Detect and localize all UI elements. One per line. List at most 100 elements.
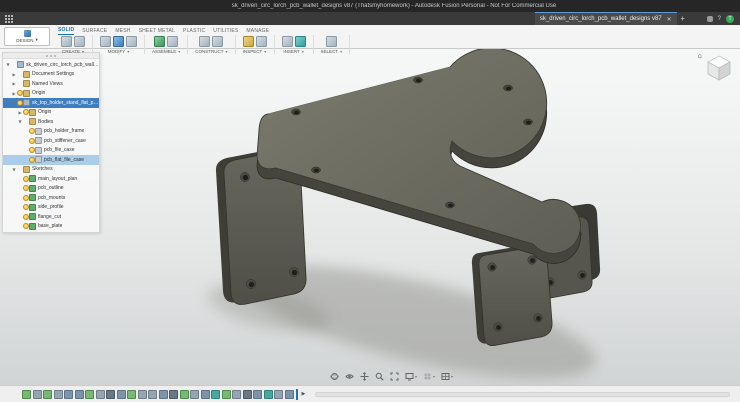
assemble-group-dropdown[interactable]: ASSEMBLE▾ — [152, 49, 180, 54]
new-component-tool-icon[interactable] — [61, 36, 72, 47]
expander-icon[interactable]: ▶ — [11, 72, 17, 77]
3d-viewport-canvas[interactable] — [0, 0, 740, 402]
view-cube-icon[interactable] — [704, 52, 734, 82]
modify-group-dropdown[interactable]: MODIFY▾ — [108, 49, 130, 54]
decal-tool-icon[interactable] — [295, 36, 306, 47]
browser-tree-item[interactable]: ▶ Origin — [3, 108, 99, 118]
joint-tool-icon[interactable] — [154, 36, 165, 47]
browser-tree-item[interactable]: pcb_file_case — [3, 146, 99, 156]
browser-tree-item[interactable]: ▶ Named Views — [3, 79, 99, 89]
file-grid-icon[interactable] — [4, 14, 16, 23]
viewports-icon[interactable]: ▾ — [441, 372, 453, 381]
timeline-feature-icon[interactable] — [75, 390, 84, 399]
insert-mesh-tool-icon[interactable] — [282, 36, 293, 47]
job-status-icon[interactable] — [707, 16, 713, 22]
timeline-feature-icon[interactable] — [54, 390, 63, 399]
offset-plane-tool-icon[interactable] — [199, 36, 210, 47]
ribbon-tab[interactable]: UTILITIES — [213, 28, 238, 35]
timeline-feature-icon[interactable] — [148, 390, 157, 399]
timeline-feature-icon[interactable] — [243, 390, 252, 399]
tab-close-icon[interactable]: ✕ — [667, 16, 672, 23]
browser-tree-item[interactable]: ▶ Origin — [3, 89, 99, 99]
timeline-feature-icon[interactable] — [138, 390, 147, 399]
insert-group-dropdown[interactable]: INSERT▾ — [283, 49, 303, 54]
expander-icon[interactable]: ▼ — [11, 167, 17, 172]
timeline-feature-icon[interactable] — [33, 390, 42, 399]
construct-group-dropdown[interactable]: CONSTRUCT▾ — [195, 49, 227, 54]
ribbon-tab[interactable]: SHEET METAL — [139, 28, 175, 35]
ribbon-tab[interactable]: SURFACE — [82, 28, 107, 35]
timeline-feature-icon[interactable] — [169, 390, 178, 399]
zoom-icon[interactable] — [375, 372, 384, 381]
timeline-feature-icon[interactable] — [96, 390, 105, 399]
grid-settings-icon[interactable]: ▾ — [423, 372, 435, 381]
ribbon-tab[interactable]: PLASTIC — [183, 28, 205, 35]
expander-icon[interactable]: ▼ — [17, 119, 23, 124]
measure-tool-icon[interactable] — [243, 36, 254, 47]
expander-icon[interactable]: ▼ — [5, 62, 11, 67]
browser-tree-item[interactable]: main_layout_plan — [3, 174, 99, 184]
timeline-feature-icon[interactable] — [201, 390, 210, 399]
browser-tree-item[interactable]: base_plate — [3, 222, 99, 232]
browser-tree-item[interactable]: flange_cut — [3, 212, 99, 222]
ribbon-tab[interactable]: SOLID — [58, 27, 74, 35]
timeline-position-marker[interactable] — [296, 389, 298, 400]
browser-tree-item[interactable]: ▼ Bodies — [3, 117, 99, 127]
browser-tree-item[interactable]: pcb_holder_frame — [3, 127, 99, 137]
document-tab[interactable]: sk_driven_circ_lorch_pcb_wallet_designs … — [535, 12, 677, 26]
browser-tree-item[interactable]: ▼ sk_top_holder_stand_flat_pcb v2:1 — [3, 98, 99, 108]
timeline-feature-icon[interactable] — [180, 390, 189, 399]
fillet-tool-icon[interactable] — [113, 36, 124, 47]
pan-icon[interactable] — [360, 372, 369, 381]
select-group-dropdown[interactable]: SELECT▾ — [321, 49, 343, 54]
timeline-feature-icon[interactable] — [127, 390, 136, 399]
timeline-feature-icon[interactable] — [285, 390, 294, 399]
timeline-feature-icon[interactable] — [274, 390, 283, 399]
extrude-tool-icon[interactable] — [74, 36, 85, 47]
axis-tool-icon[interactable] — [212, 36, 223, 47]
timeline-feature-icon[interactable] — [211, 390, 220, 399]
create-group-dropdown[interactable]: CREATE▾ — [62, 49, 84, 54]
press-pull-tool-icon[interactable] — [100, 36, 111, 47]
workspace-selector[interactable]: DESIGN ▾ — [4, 27, 50, 46]
browser-tree-item[interactable]: pcb_stiffener_case — [3, 136, 99, 146]
timeline-feature-icon[interactable] — [222, 390, 231, 399]
fit-icon[interactable] — [390, 372, 399, 381]
browser-tree-item[interactable]: pcb_outline — [3, 184, 99, 194]
expander-icon[interactable]: ▶ — [11, 81, 17, 86]
new-tab-button[interactable]: + — [677, 14, 689, 23]
timeline-feature-icon[interactable] — [22, 390, 31, 399]
view-cube[interactable]: ⌂ — [698, 52, 734, 82]
timeline-feature-icon[interactable] — [43, 390, 52, 399]
timeline-feature-icon[interactable] — [232, 390, 241, 399]
ribbon-tab[interactable]: MANAGE — [246, 28, 269, 35]
timeline-feature-icon[interactable] — [85, 390, 94, 399]
select-tool-icon[interactable] — [326, 36, 337, 47]
chevron-down-icon: ▾ — [433, 374, 435, 379]
timeline-feature-icon[interactable] — [106, 390, 115, 399]
account-avatar[interactable]: T — [726, 15, 734, 23]
browser-tree-item[interactable]: ▼ sk_driven_circ_lorch_pcb_wallet_design… — [3, 60, 99, 70]
timeline-feature-icon[interactable] — [264, 390, 273, 399]
timeline-feature-icon[interactable] — [117, 390, 126, 399]
rigid-group-tool-icon[interactable] — [167, 36, 178, 47]
timeline-scroll-track[interactable] — [315, 392, 730, 397]
shell-tool-icon[interactable] — [126, 36, 137, 47]
browser-tree-item[interactable]: pcb_mounts — [3, 193, 99, 203]
browser-tree-item[interactable]: pcb_flat_file_case — [3, 155, 99, 165]
timeline-feature-icon[interactable] — [64, 390, 73, 399]
ribbon-tab[interactable]: MESH — [115, 28, 130, 35]
display-settings-icon[interactable]: ▾ — [405, 372, 417, 381]
timeline-feature-icon[interactable] — [253, 390, 262, 399]
section-analysis-tool-icon[interactable] — [256, 36, 267, 47]
help-icon[interactable]: ? — [718, 16, 721, 22]
inspect-group-dropdown[interactable]: INSPECT▾ — [243, 49, 267, 54]
browser-tree-item[interactable]: side_profile — [3, 203, 99, 213]
timeline-feature-icon[interactable] — [159, 390, 168, 399]
browser-tree-item[interactable]: ▼ Sketches — [3, 165, 99, 175]
look-at-icon[interactable] — [345, 372, 354, 381]
orbit-icon[interactable] — [330, 372, 339, 381]
browser-tree-item[interactable]: ▶ Document Settings — [3, 70, 99, 80]
timeline-next-icon[interactable]: ▶ — [302, 391, 306, 397]
timeline-feature-icon[interactable] — [190, 390, 199, 399]
